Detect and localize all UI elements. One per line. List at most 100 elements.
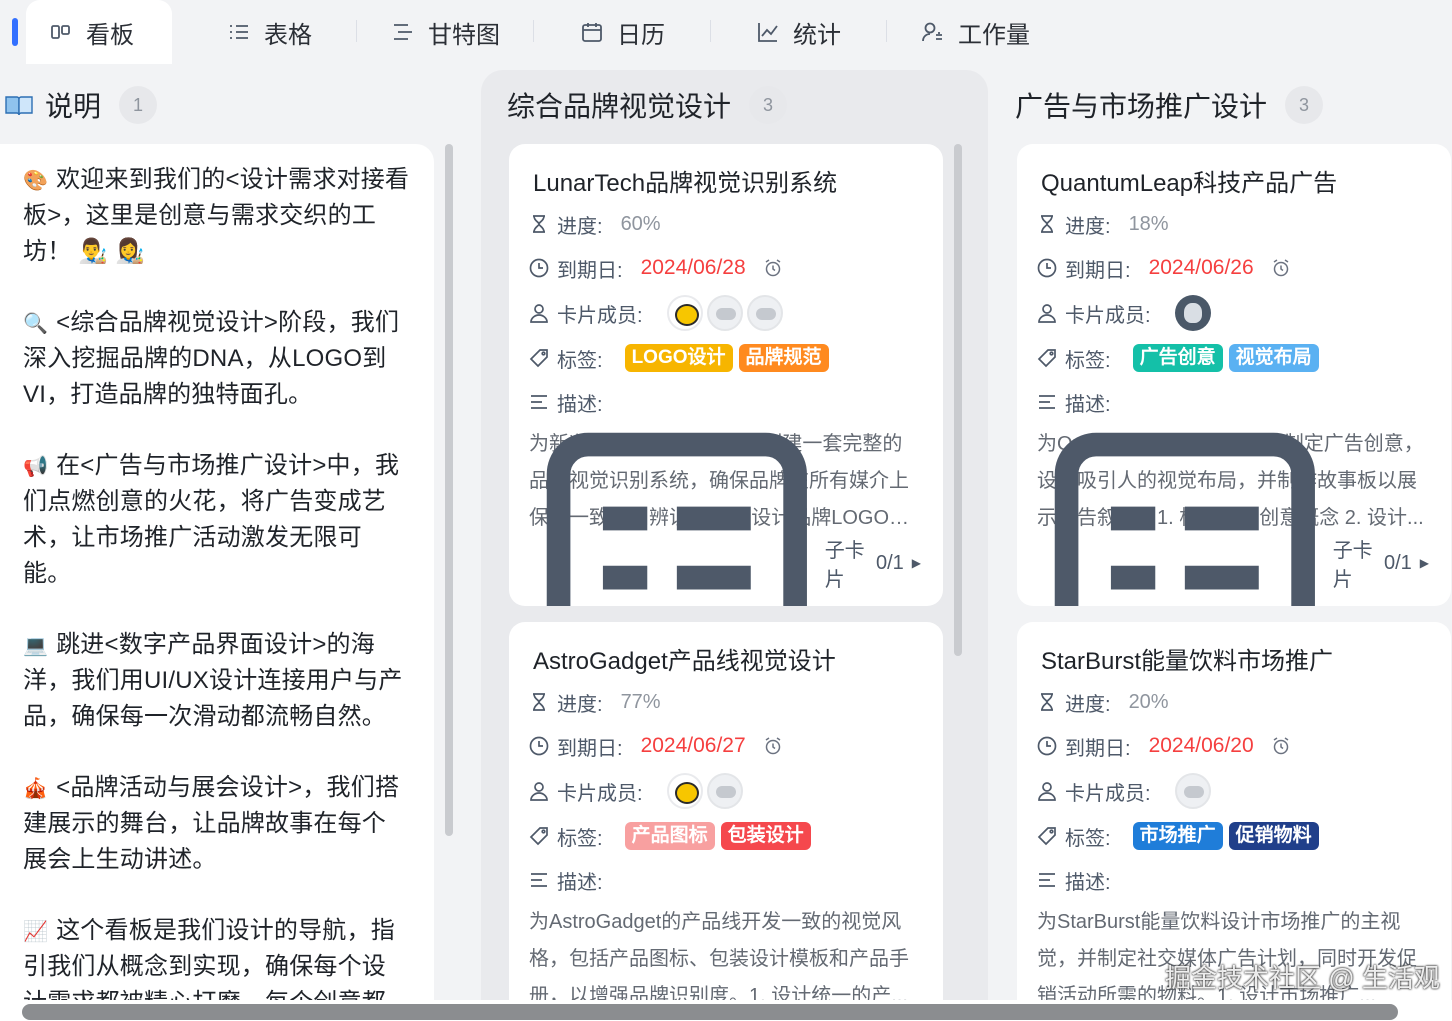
tab-gantt[interactable]: 甘特图 — [392, 0, 500, 64]
alarm-icon[interactable] — [764, 737, 782, 755]
intro-card[interactable]: 🎨 欢迎来到我们的<设计需求对接看板>，这里是创意与需求交织的工坊！ 👨‍🎨 👩‍… — [0, 144, 434, 1014]
members-label: 卡片成员: — [557, 304, 643, 327]
tag-badge[interactable]: 促销物料 — [1228, 822, 1319, 850]
tag-badge[interactable]: 包装设计 — [720, 822, 811, 850]
member-avatar[interactable] — [666, 295, 703, 331]
members-row: 卡片成员: — [1037, 290, 1429, 336]
column-count-badge: 3 — [1285, 86, 1324, 124]
column-header-brand[interactable]: 综合品牌视觉设计 3 — [507, 82, 788, 128]
description-label: 描述: — [557, 871, 603, 894]
column-header-ads[interactable]: 广告与市场推广设计 3 — [1015, 82, 1324, 128]
subcard-toggle[interactable]: 子卡片 0/1 ▶ — [1037, 432, 1429, 606]
column-count-badge: 1 — [119, 86, 158, 124]
due-date-row: 到期日: 2024/06/27 — [529, 724, 921, 768]
caret-right-icon: ▶ — [911, 556, 921, 570]
member-avatar[interactable] — [746, 295, 783, 331]
tags-label: 标签: — [1065, 349, 1111, 372]
description-label: 描述: — [1065, 871, 1111, 894]
card-title: StarBurst能量饮料市场推广 — [1041, 648, 1334, 675]
palette-icon: 🎨 — [23, 168, 49, 192]
progress-label: 进度: — [557, 693, 603, 716]
tag-icon — [1037, 827, 1056, 846]
clock-icon — [1037, 736, 1057, 756]
column-count-badge: 3 — [749, 86, 788, 124]
progress-row: 进度: 77% — [529, 680, 921, 724]
hourglass-icon — [533, 215, 545, 233]
list-icon — [230, 25, 248, 39]
tag-icon — [529, 827, 548, 846]
member-avatar[interactable] — [706, 773, 743, 809]
member-avatar[interactable] — [1174, 773, 1211, 809]
tab-label: 统计 — [793, 21, 841, 49]
clock-icon — [1037, 258, 1057, 278]
progress-value: 18% — [1128, 212, 1169, 235]
intro-paragraph: 🔍 <综合品牌视觉设计>阶段，我们深入挖掘品牌的DNA，从LOGO到VI，打造品牌… — [23, 305, 410, 413]
tab-statistics[interactable]: 统计 — [757, 0, 841, 64]
alarm-icon[interactable] — [1272, 737, 1290, 755]
card-title: QuantumLeap科技产品广告 — [1041, 170, 1338, 197]
card-title: AstroGadget产品线视觉设计 — [533, 648, 836, 675]
task-card[interactable]: AstroGadget产品线视觉设计 进度: 77% 到期日: 2024/06/27… — [509, 622, 943, 1021]
brand-column-scrollbar[interactable] — [954, 144, 962, 656]
description-icon — [531, 873, 547, 887]
tag-badge[interactable]: LOGO设计 — [624, 344, 733, 372]
tab-workload[interactable]: 工作量 — [922, 0, 1030, 64]
member-avatar[interactable] — [1174, 295, 1211, 331]
laptop-icon: 💻 — [23, 633, 49, 657]
tab-kanban[interactable]: 看板 — [26, 0, 172, 64]
member-avatar[interactable] — [666, 773, 703, 809]
tab-calendar[interactable]: 日历 — [581, 0, 665, 64]
intro-paragraph: 🎪 <品牌活动与展会设计>，我们搭建展示的舞台，让品牌故事在每个展会上生动讲述。 — [23, 770, 410, 878]
due-label: 到期日: — [557, 259, 623, 282]
due-date-value[interactable]: 2024/06/20 — [1149, 734, 1254, 758]
intro-scrollbar[interactable] — [445, 144, 453, 836]
tag-badge[interactable]: 市场推广 — [1132, 822, 1223, 850]
book-icon — [5, 96, 33, 116]
subcard-toggle[interactable]: 子卡片 0/1 ▶ — [529, 432, 921, 606]
tag-icon — [1037, 349, 1056, 368]
description-icon — [1039, 395, 1055, 409]
tab-divider — [533, 20, 534, 42]
members-row: 卡片成员: — [1037, 768, 1429, 814]
tag-badge[interactable]: 视觉布局 — [1228, 344, 1319, 372]
progress-value: 20% — [1128, 690, 1169, 713]
tags-label: 标签: — [557, 349, 603, 372]
due-label: 到期日: — [1065, 259, 1131, 282]
tab-label: 甘特图 — [428, 21, 500, 49]
column-header-intro[interactable]: 说明 1 — [5, 82, 158, 128]
intro-paragraph: 📢 在<广告与市场推广设计>中，我们点燃创意的火花，将广告变成艺术，让市场推广活动… — [23, 448, 410, 592]
tag-badge[interactable]: 广告创意 — [1132, 344, 1223, 372]
progress-row: 进度: 18% — [1037, 202, 1429, 246]
member-avatar[interactable] — [706, 295, 743, 331]
chart-icon — [758, 23, 778, 42]
progress-row: 进度: 20% — [1037, 680, 1429, 724]
alarm-icon[interactable] — [1272, 259, 1290, 277]
tag-badge[interactable]: 品牌规范 — [738, 344, 829, 372]
due-date-value[interactable]: 2024/06/26 — [1149, 256, 1254, 280]
column-title: 综合品牌视觉设计 — [507, 91, 732, 122]
tags-label: 标签: — [557, 827, 603, 850]
due-date-value[interactable]: 2024/06/27 — [641, 734, 746, 758]
task-card[interactable]: QuantumLeap科技产品广告 进度: 18% 到期日: 2024/06/26 … — [1017, 144, 1451, 606]
subcard-icon — [1054, 432, 1315, 606]
subcard-count: 0/1 — [875, 551, 904, 574]
user-icon — [530, 304, 548, 323]
due-date-value[interactable]: 2024/06/28 — [641, 256, 746, 280]
members-label: 卡片成员: — [1065, 782, 1151, 805]
chart-up-icon: 📈 — [23, 919, 49, 943]
progress-row: 进度: 60% — [529, 202, 921, 246]
tab-label: 表格 — [264, 21, 312, 49]
description-label: 描述: — [557, 393, 603, 416]
task-card[interactable]: LunarTech品牌视觉识别系统 进度: 60% 到期日: 2024/06/28 … — [509, 144, 943, 606]
alarm-icon[interactable] — [764, 259, 782, 277]
magnifier-icon: 🔍 — [23, 311, 49, 335]
progress-label: 进度: — [1065, 693, 1111, 716]
card-title: LunarTech品牌视觉识别系统 — [533, 170, 838, 197]
intro-paragraph: 💻 跳进<数字产品界面设计>的海洋，我们用UI/UX设计连接用户与产品，确保每一次… — [23, 627, 410, 735]
tab-table[interactable]: 表格 — [228, 0, 312, 64]
due-date-row: 到期日: 2024/06/26 — [1037, 246, 1429, 290]
horizontal-scrollbar[interactable] — [22, 1004, 1398, 1020]
user-icon — [530, 782, 548, 801]
progress-value: 60% — [620, 212, 661, 235]
tag-badge[interactable]: 产品图标 — [624, 822, 715, 850]
